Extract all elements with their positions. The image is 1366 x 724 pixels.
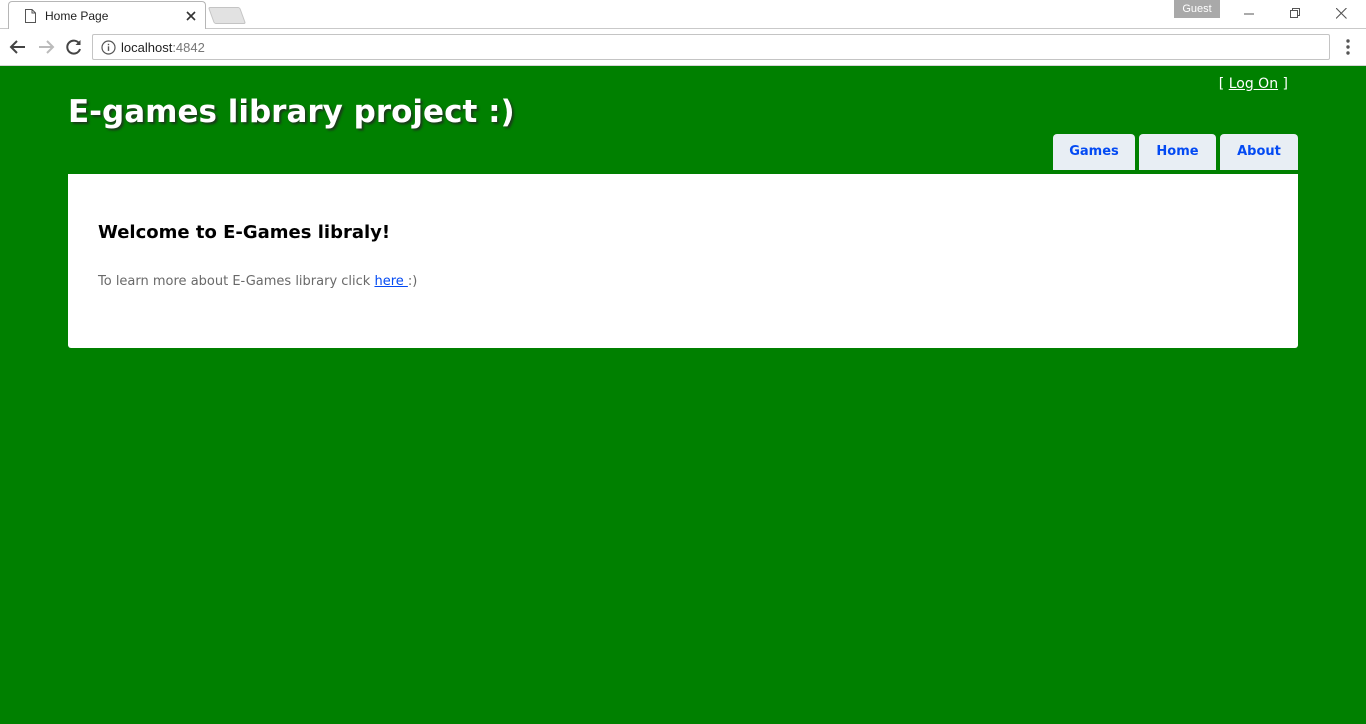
url-host: localhost — [121, 40, 173, 55]
new-tab-button[interactable] — [207, 7, 247, 24]
main-menu: Games Home About — [1053, 134, 1298, 170]
menu-item-home[interactable]: Home — [1139, 134, 1216, 170]
close-icon[interactable] — [184, 8, 198, 22]
intro-suffix: :) — [407, 274, 418, 289]
back-arrow-icon[interactable] — [8, 37, 28, 57]
window-close-button[interactable] — [1318, 0, 1364, 28]
address-bar[interactable]: localhost:4842 — [92, 34, 1330, 60]
profile-badge[interactable]: Guest — [1174, 0, 1220, 18]
kebab-menu-icon[interactable] — [1340, 37, 1356, 57]
menu-item-games[interactable]: Games — [1053, 134, 1135, 170]
restore-button[interactable] — [1272, 0, 1318, 28]
welcome-heading: Welcome to E-Games libraly! — [98, 222, 391, 243]
url-text: localhost:4842 — [121, 40, 205, 55]
intro-paragraph: To learn more about E-Games library clic… — [98, 274, 417, 289]
minimize-button[interactable] — [1226, 0, 1272, 28]
forward-arrow-icon[interactable] — [36, 37, 56, 57]
info-icon[interactable] — [101, 40, 116, 55]
browser-toolbar: localhost:4842 — [0, 29, 1366, 66]
here-link[interactable]: here — [374, 274, 407, 289]
url-port: :4842 — [172, 40, 205, 55]
tab-title: Home Page — [45, 9, 109, 23]
browser-tab-active[interactable]: Home Page — [8, 1, 206, 29]
log-on-link[interactable]: Log On — [1229, 76, 1278, 92]
intro-text: To learn more about E-Games library clic… — [98, 274, 375, 289]
menu-item-about[interactable]: About — [1220, 134, 1298, 170]
login-bracket-close: ] — [1278, 76, 1288, 92]
login-bracket-open: [ — [1218, 76, 1229, 92]
login-display: [ Log On ] — [1219, 76, 1288, 92]
page-icon — [25, 8, 36, 23]
reload-icon[interactable] — [64, 37, 84, 57]
site-title: E-games library project :) — [68, 94, 515, 130]
main-content: Welcome to E-Games libraly! To learn mor… — [68, 174, 1298, 348]
browser-tabstrip: Home Page Guest — [0, 0, 1366, 29]
